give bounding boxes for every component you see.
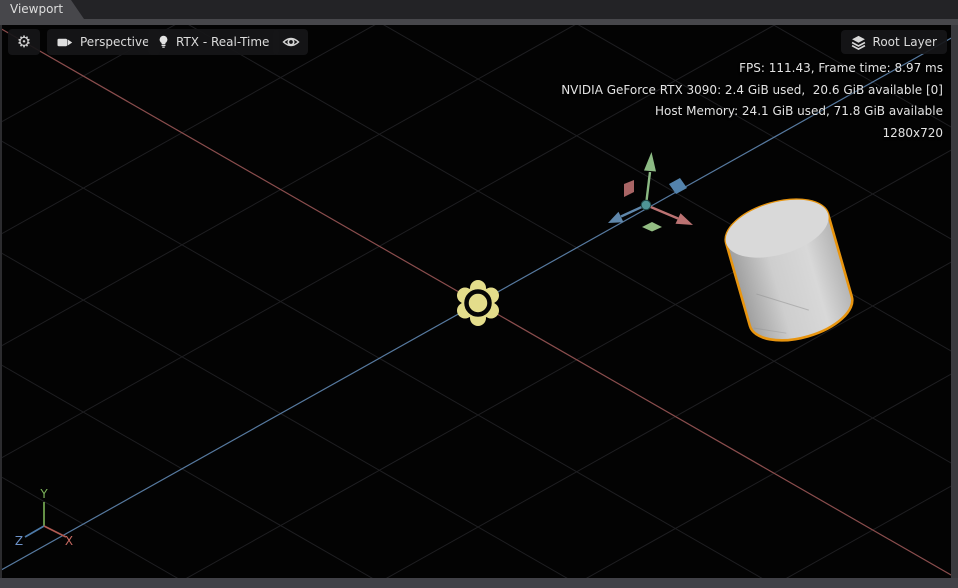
camera-menu-label: Perspective [80,35,150,49]
viewport-left-border [0,25,2,578]
grid-line [2,364,373,578]
stat-resolution: 1280x720 [882,125,943,140]
tripod-x-line [43,525,67,538]
render-stats: FPS: 111.43, Frame time: 8.97 ms NVIDIA … [561,58,943,144]
axis-tripod: Y Z X [15,487,73,548]
grid-line [2,476,179,578]
renderer-menu-label: RTX - Real-Time [176,35,270,49]
tab-viewport[interactable]: Viewport [0,0,84,19]
tab-strip: Viewport [0,0,958,19]
gear-icon: ⚙ [16,32,32,51]
tripod-x-label: X [65,534,73,548]
viewport-window: Viewport Y Z X ⚙ Perspective RTX - Real-… [0,0,958,588]
distant-light-icon[interactable] [457,280,499,326]
horizontal-scrollbar[interactable] [0,578,958,588]
root-layer-button[interactable]: Root Layer [840,30,947,54]
camera-icon [57,37,73,48]
viewport-right-border [951,25,958,578]
viewport-canvas[interactable]: Y Z X ⚙ Perspective RTX - Real-Time Root… [2,25,951,578]
layers-icon [851,35,866,50]
camera-menu-button[interactable]: Perspective [47,29,160,55]
stat-fps: FPS: 111.43, Frame time: 8.97 ms [739,61,943,75]
grid-line [2,25,951,26]
visibility-button[interactable] [273,29,308,55]
stat-host-memory: Host Memory: 24.1 GiB used, 71.8 GiB ava… [655,104,943,118]
viewport-settings-button[interactable]: ⚙ [8,29,40,55]
grid-line [585,373,951,578]
translate-gizmo[interactable] [608,152,693,232]
gizmo-plane-xy[interactable] [669,178,687,194]
gizmo-z-arrowhead[interactable] [608,211,624,223]
tripod-z-label: Z [15,534,23,548]
gizmo-x-arrowhead[interactable] [675,213,694,225]
gizmo-center-handle[interactable] [640,199,652,211]
tab-viewport-label: Viewport [10,2,64,16]
lightbulb-icon [158,35,169,49]
grid-line [785,485,951,578]
eye-icon [281,36,300,48]
stat-gpu-memory: NVIDIA GeForce RTX 3090: 2.4 GiB used, 2… [561,82,943,97]
gizmo-plane-yz[interactable] [624,180,634,197]
root-layer-label: Root Layer [872,35,937,49]
tripod-y-label: Y [39,487,48,501]
gizmo-plane-xz[interactable] [642,222,662,232]
tripod-z-line [24,525,45,538]
renderer-menu-button[interactable]: RTX - Real-Time [148,29,280,55]
gizmo-y-arrowhead[interactable] [644,152,656,172]
